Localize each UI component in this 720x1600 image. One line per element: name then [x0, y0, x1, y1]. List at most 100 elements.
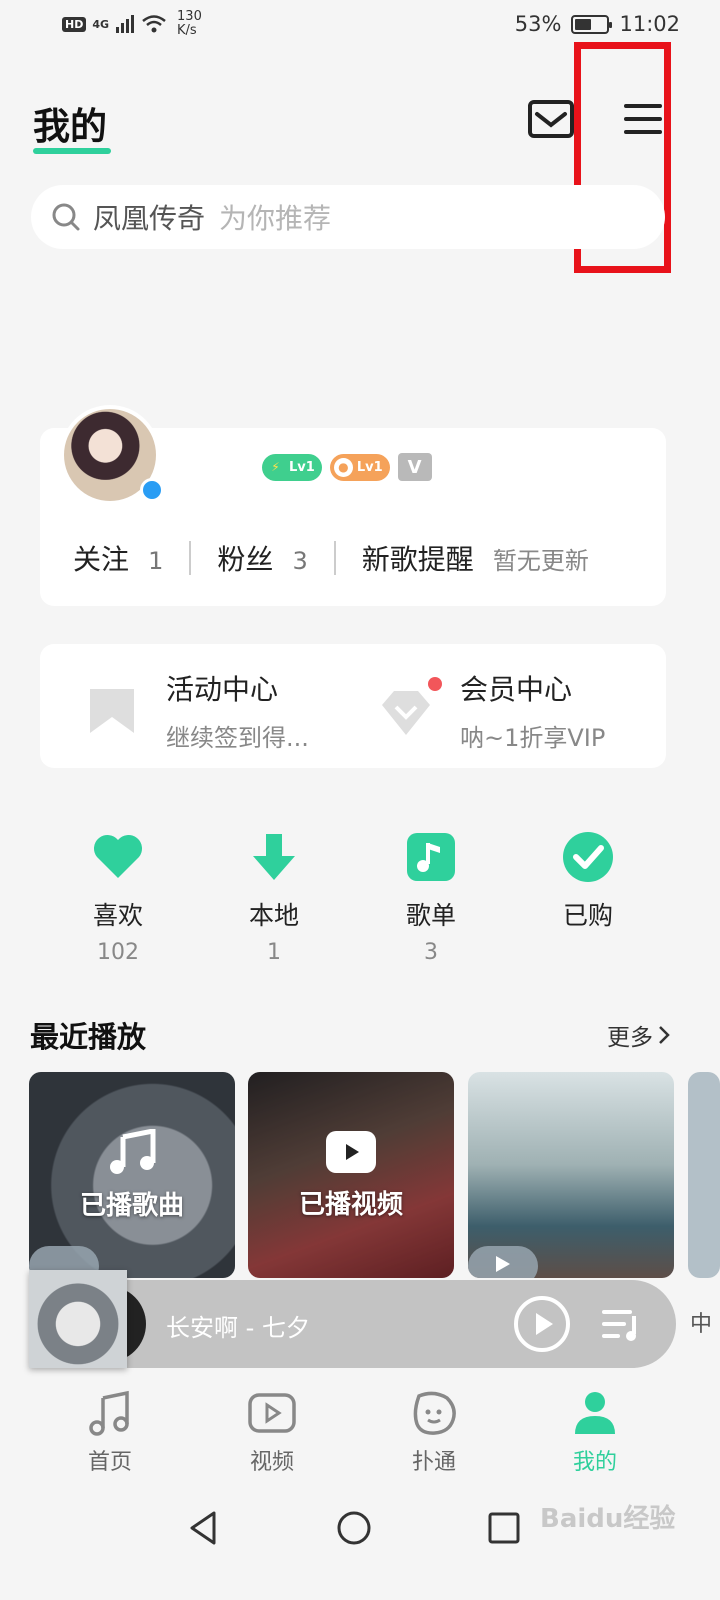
music-note-icon	[89, 1390, 129, 1436]
music-note-icon	[407, 833, 455, 881]
battery-icon	[571, 14, 613, 34]
recent-item-card[interactable]	[688, 1072, 720, 1278]
search-icon	[52, 203, 80, 231]
chevron-right-icon	[659, 1026, 670, 1044]
search-keyword: 凤凰传奇	[93, 202, 206, 235]
playlist-icon[interactable]	[600, 1304, 644, 1344]
stats-row: 关注 1 粉丝 3 新歌提醒 暂无更新	[73, 538, 589, 578]
singer-level-badge[interactable]: ● Lv1	[329, 453, 390, 481]
home-icon[interactable]	[334, 1508, 374, 1548]
signal-icon	[116, 15, 135, 33]
quick-label: 已购	[562, 901, 613, 930]
heart-icon	[93, 834, 143, 878]
net-speed-value: 130	[177, 9, 202, 24]
bookmark-icon	[90, 688, 134, 733]
fans-count: 3	[292, 547, 308, 575]
quick-playlist[interactable]: 歌单 3	[371, 830, 491, 965]
divider	[189, 541, 192, 575]
level-badges[interactable]: ⚡ Lv1 ● Lv1 V	[262, 453, 432, 481]
new-song-status: 暂无更新	[492, 547, 589, 575]
activity-subtitle: 继续签到得...	[166, 724, 309, 752]
following-label: 关注	[73, 543, 130, 576]
quick-local[interactable]: 本地 1	[214, 830, 334, 965]
more-label: 更多	[607, 1025, 653, 1051]
quick-like[interactable]: 喜欢 102	[58, 830, 178, 965]
following-count: 1	[148, 547, 164, 575]
quick-count: 1	[267, 940, 281, 965]
new-song-label: 新歌提醒	[361, 543, 474, 576]
network-type: 4G	[92, 17, 110, 31]
card-label: 已播歌曲	[79, 1190, 184, 1221]
back-icon[interactable]	[184, 1508, 224, 1548]
nav-putong[interactable]: 扑通	[379, 1388, 489, 1476]
new-song-stat[interactable]: 新歌提醒 暂无更新	[362, 538, 589, 578]
net-speed-unit: K/s	[177, 23, 197, 38]
chat-bubble-icon	[413, 1391, 456, 1435]
net-speed: 130 K/s	[177, 10, 202, 38]
recent-title: 最近播放	[30, 1020, 147, 1054]
member-center[interactable]: 会员中心 呐~1折享VIP	[378, 668, 605, 753]
recents-icon[interactable]	[484, 1508, 524, 1548]
vip-badge[interactable]: V	[397, 453, 432, 481]
watermark: Baidu经验	[540, 1504, 676, 1534]
hd-badge: HD	[62, 16, 87, 32]
member-subtitle: 呐~1折享VIP	[460, 724, 606, 752]
nav-label: 我的	[572, 1450, 617, 1475]
music-note-icon	[110, 1128, 156, 1174]
nav-video[interactable]: 视频	[217, 1388, 327, 1476]
card-label: 已播视频	[298, 1189, 403, 1220]
diamond-icon	[382, 690, 430, 735]
quick-label: 喜欢	[92, 901, 143, 930]
search-bar[interactable]: 凤凰传奇 为你推荐	[31, 185, 665, 249]
mail-icon[interactable]	[527, 99, 575, 139]
quick-count: 3	[424, 940, 438, 965]
user-icon	[575, 1392, 615, 1434]
nav-label: 扑通	[411, 1450, 456, 1475]
quick-count: 102	[97, 940, 139, 965]
status-bar-right: 53% 11:02	[515, 12, 680, 36]
nav-mine[interactable]: 我的	[540, 1388, 650, 1476]
recent-videos-card[interactable]: 已播视频	[248, 1072, 454, 1278]
recent-item-card[interactable]	[468, 1072, 674, 1278]
play-icon	[496, 1256, 510, 1272]
nav-home[interactable]: 首页	[55, 1388, 165, 1476]
nav-label: 视频	[249, 1450, 294, 1475]
track-title[interactable]: 长安啊 - 七夕	[166, 1308, 310, 1343]
check-circle-icon	[563, 832, 613, 882]
battery-fill	[575, 18, 592, 30]
listen-level-text: Lv1	[289, 459, 315, 475]
quick-purchased[interactable]: 已购	[528, 830, 648, 940]
member-icon-wrap	[378, 676, 442, 739]
divider	[333, 541, 336, 575]
download-icon	[253, 834, 295, 880]
page-title: 我的	[33, 105, 107, 148]
record-icon: ●	[333, 457, 353, 477]
search-hint: 为你推荐	[219, 202, 332, 235]
activity-center[interactable]: 活动中心 继续签到得...	[84, 668, 309, 753]
more-link[interactable]: 更多	[607, 1018, 671, 1052]
mini-player[interactable]	[62, 1280, 676, 1368]
quick-label: 本地	[248, 901, 299, 930]
avatar-badge-icon	[140, 478, 164, 502]
following-stat[interactable]: 关注 1	[73, 538, 163, 578]
recent-songs-card[interactable]: 已播歌曲	[29, 1072, 235, 1278]
fans-stat[interactable]: 粉丝 3	[217, 538, 307, 578]
status-bar-left: HD 4G 130 K/s	[62, 10, 202, 38]
activity-title: 活动中心	[166, 673, 279, 706]
album-cover[interactable]	[29, 1270, 127, 1368]
card-overlay: 已播视频	[248, 1072, 454, 1278]
clock: 11:02	[619, 12, 680, 36]
card-play-button[interactable]	[468, 1246, 538, 1278]
overflow-text: 中	[690, 1312, 713, 1337]
lightning-icon: ⚡	[271, 460, 280, 474]
video-icon	[248, 1393, 296, 1433]
title-underline	[33, 148, 111, 154]
listen-level-badge[interactable]: ⚡ Lv1	[262, 453, 322, 481]
quick-label: 歌单	[405, 901, 456, 930]
battery-percent: 53%	[514, 12, 562, 36]
fans-label: 粉丝	[217, 543, 274, 576]
singer-level-text: Lv1	[356, 459, 383, 475]
video-play-icon	[326, 1130, 376, 1173]
nav-label: 首页	[87, 1450, 132, 1475]
play-button[interactable]	[514, 1296, 570, 1352]
